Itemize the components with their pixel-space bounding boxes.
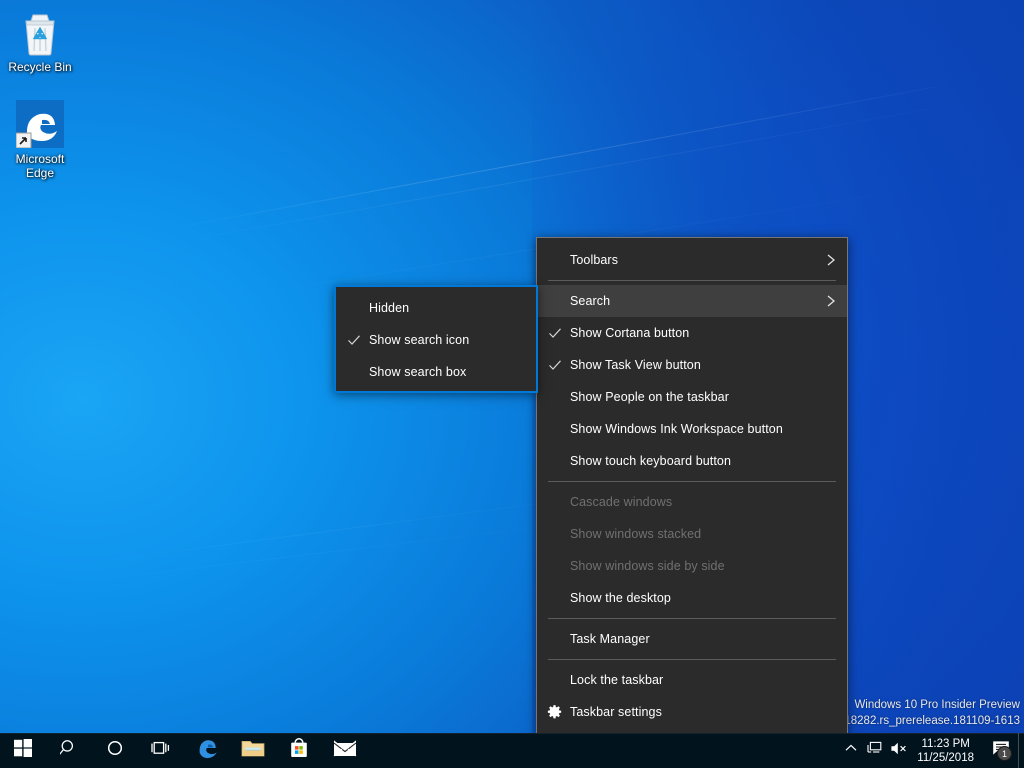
submenu-item-label: Show search icon — [369, 333, 470, 347]
menu-item-label: Toolbars — [570, 253, 619, 267]
chevron-right-icon — [825, 253, 837, 267]
mail-envelope-icon — [333, 739, 357, 763]
menu-item-label: Lock the taskbar — [570, 673, 664, 687]
desktop-icon-label-line2: Edge — [25, 166, 55, 180]
menu-item-task-manager[interactable]: Task Manager — [537, 623, 847, 655]
microsoft-store-button[interactable] — [276, 733, 322, 768]
menu-item-show-the-desktop[interactable]: Show the desktop — [537, 582, 847, 614]
menu-item-search[interactable]: Search — [537, 285, 847, 317]
volume-button[interactable] — [887, 733, 911, 768]
menu-item-label: Show the desktop — [570, 591, 671, 605]
mail-button[interactable] — [322, 733, 368, 768]
taskbar[interactable]: 11:23 PM 11/25/2018 1 — [0, 733, 1024, 768]
clock-date: 11/25/2018 — [917, 751, 974, 764]
checkmark-icon — [548, 326, 562, 340]
task-view-icon — [151, 739, 171, 762]
action-center-button[interactable]: 1 — [984, 733, 1018, 768]
menu-item-show-cortana-button[interactable]: Show Cortana button — [537, 317, 847, 349]
menu-item-show-windows-side-by-side: Show windows side by side — [537, 550, 847, 582]
menu-item-show-windows-stacked: Show windows stacked — [537, 518, 847, 550]
menu-item-show-touch-keyboard-button[interactable]: Show touch keyboard button — [537, 445, 847, 477]
file-explorer-button[interactable] — [230, 733, 276, 768]
menu-item-label: Show Cortana button — [570, 326, 690, 340]
clock[interactable]: 11:23 PM 11/25/2018 — [911, 733, 984, 768]
taskbar-context-menu[interactable]: Toolbars Search Show Cortana button Show… — [536, 237, 848, 735]
checkmark-icon — [548, 358, 562, 372]
edge-button[interactable] — [184, 733, 230, 768]
menu-separator — [548, 618, 836, 619]
menu-item-taskbar-settings[interactable]: Taskbar settings — [537, 696, 847, 728]
search-submenu[interactable]: Hidden Show search icon Show search box — [334, 285, 538, 393]
gear-icon — [547, 705, 562, 720]
menu-item-label: Show windows stacked — [570, 527, 702, 541]
submenu-item-show-search-box[interactable]: Show search box — [336, 356, 536, 388]
chevron-up-icon — [844, 741, 858, 760]
menu-item-show-windows-ink-workspace-button[interactable]: Show Windows Ink Workspace button — [537, 413, 847, 445]
submenu-item-label: Show search box — [369, 365, 467, 379]
windows-activation-watermark: Windows 10 Pro Insider Preview 18282.rs_… — [844, 697, 1020, 729]
speaker-muted-icon — [890, 741, 908, 761]
system-tray[interactable]: 11:23 PM 11/25/2018 1 — [839, 733, 1024, 768]
network-button[interactable] — [863, 733, 887, 768]
task-view-button[interactable] — [138, 733, 184, 768]
notification-badge: 1 — [997, 746, 1012, 761]
menu-separator — [548, 280, 836, 281]
watermark-line-1: Windows 10 Pro Insider Preview — [854, 699, 1020, 711]
desktop-icon-label: Recycle Bin — [8, 60, 72, 74]
desktop-icon-recycle-bin[interactable]: Recycle Bin — [2, 6, 78, 74]
checkmark-icon — [347, 333, 361, 347]
desktop-icon-label-line1: Microsoft — [15, 152, 65, 166]
edge-icon — [2, 98, 78, 148]
search-button[interactable] — [46, 733, 92, 768]
menu-item-label: Show windows side by side — [570, 559, 725, 573]
show-hidden-icons-button[interactable] — [839, 733, 863, 768]
folder-icon — [241, 738, 265, 763]
show-desktop-button[interactable] — [1018, 733, 1024, 768]
search-icon — [59, 739, 78, 762]
menu-item-lock-the-taskbar[interactable]: Lock the taskbar — [537, 664, 847, 696]
menu-separator — [548, 481, 836, 482]
menu-item-label: Show touch keyboard button — [570, 454, 732, 468]
menu-item-label: Show People on the taskbar — [570, 390, 729, 404]
store-bag-icon — [289, 737, 309, 764]
cortana-button[interactable] — [92, 733, 138, 768]
clock-time: 11:23 PM — [921, 737, 970, 750]
menu-item-toolbars[interactable]: Toolbars — [537, 244, 847, 276]
menu-item-label: Show Task View button — [570, 358, 701, 372]
recycle-bin-icon — [2, 6, 78, 56]
desktop-icon-microsoft-edge[interactable]: Microsoft Edge — [2, 98, 78, 180]
submenu-item-show-search-icon[interactable]: Show search icon — [336, 324, 536, 356]
edge-icon — [196, 737, 218, 764]
menu-item-label: Task Manager — [570, 632, 650, 646]
submenu-item-label: Hidden — [369, 301, 410, 315]
menu-item-label: Search — [570, 294, 611, 308]
menu-item-label: Show Windows Ink Workspace button — [570, 422, 783, 436]
chevron-right-icon — [825, 294, 837, 308]
menu-item-label: Taskbar settings — [570, 705, 662, 719]
desktop[interactable]: Recycle Bin Microsoft Edge Windows 10 Pr… — [0, 0, 1024, 768]
submenu-item-hidden[interactable]: Hidden — [336, 292, 536, 324]
menu-item-cascade-windows: Cascade windows — [537, 486, 847, 518]
menu-separator — [548, 659, 836, 660]
menu-item-label: Cascade windows — [570, 495, 673, 509]
windows-logo-icon — [14, 739, 32, 762]
cortana-circle-icon — [106, 739, 124, 762]
network-monitor-icon — [867, 741, 884, 761]
start-button[interactable] — [0, 733, 46, 768]
menu-item-show-people-on-the-taskbar[interactable]: Show People on the taskbar — [537, 381, 847, 413]
watermark-line-2: 18282.rs_prerelease.181109-1613 — [844, 715, 1020, 727]
menu-item-show-task-view-button[interactable]: Show Task View button — [537, 349, 847, 381]
